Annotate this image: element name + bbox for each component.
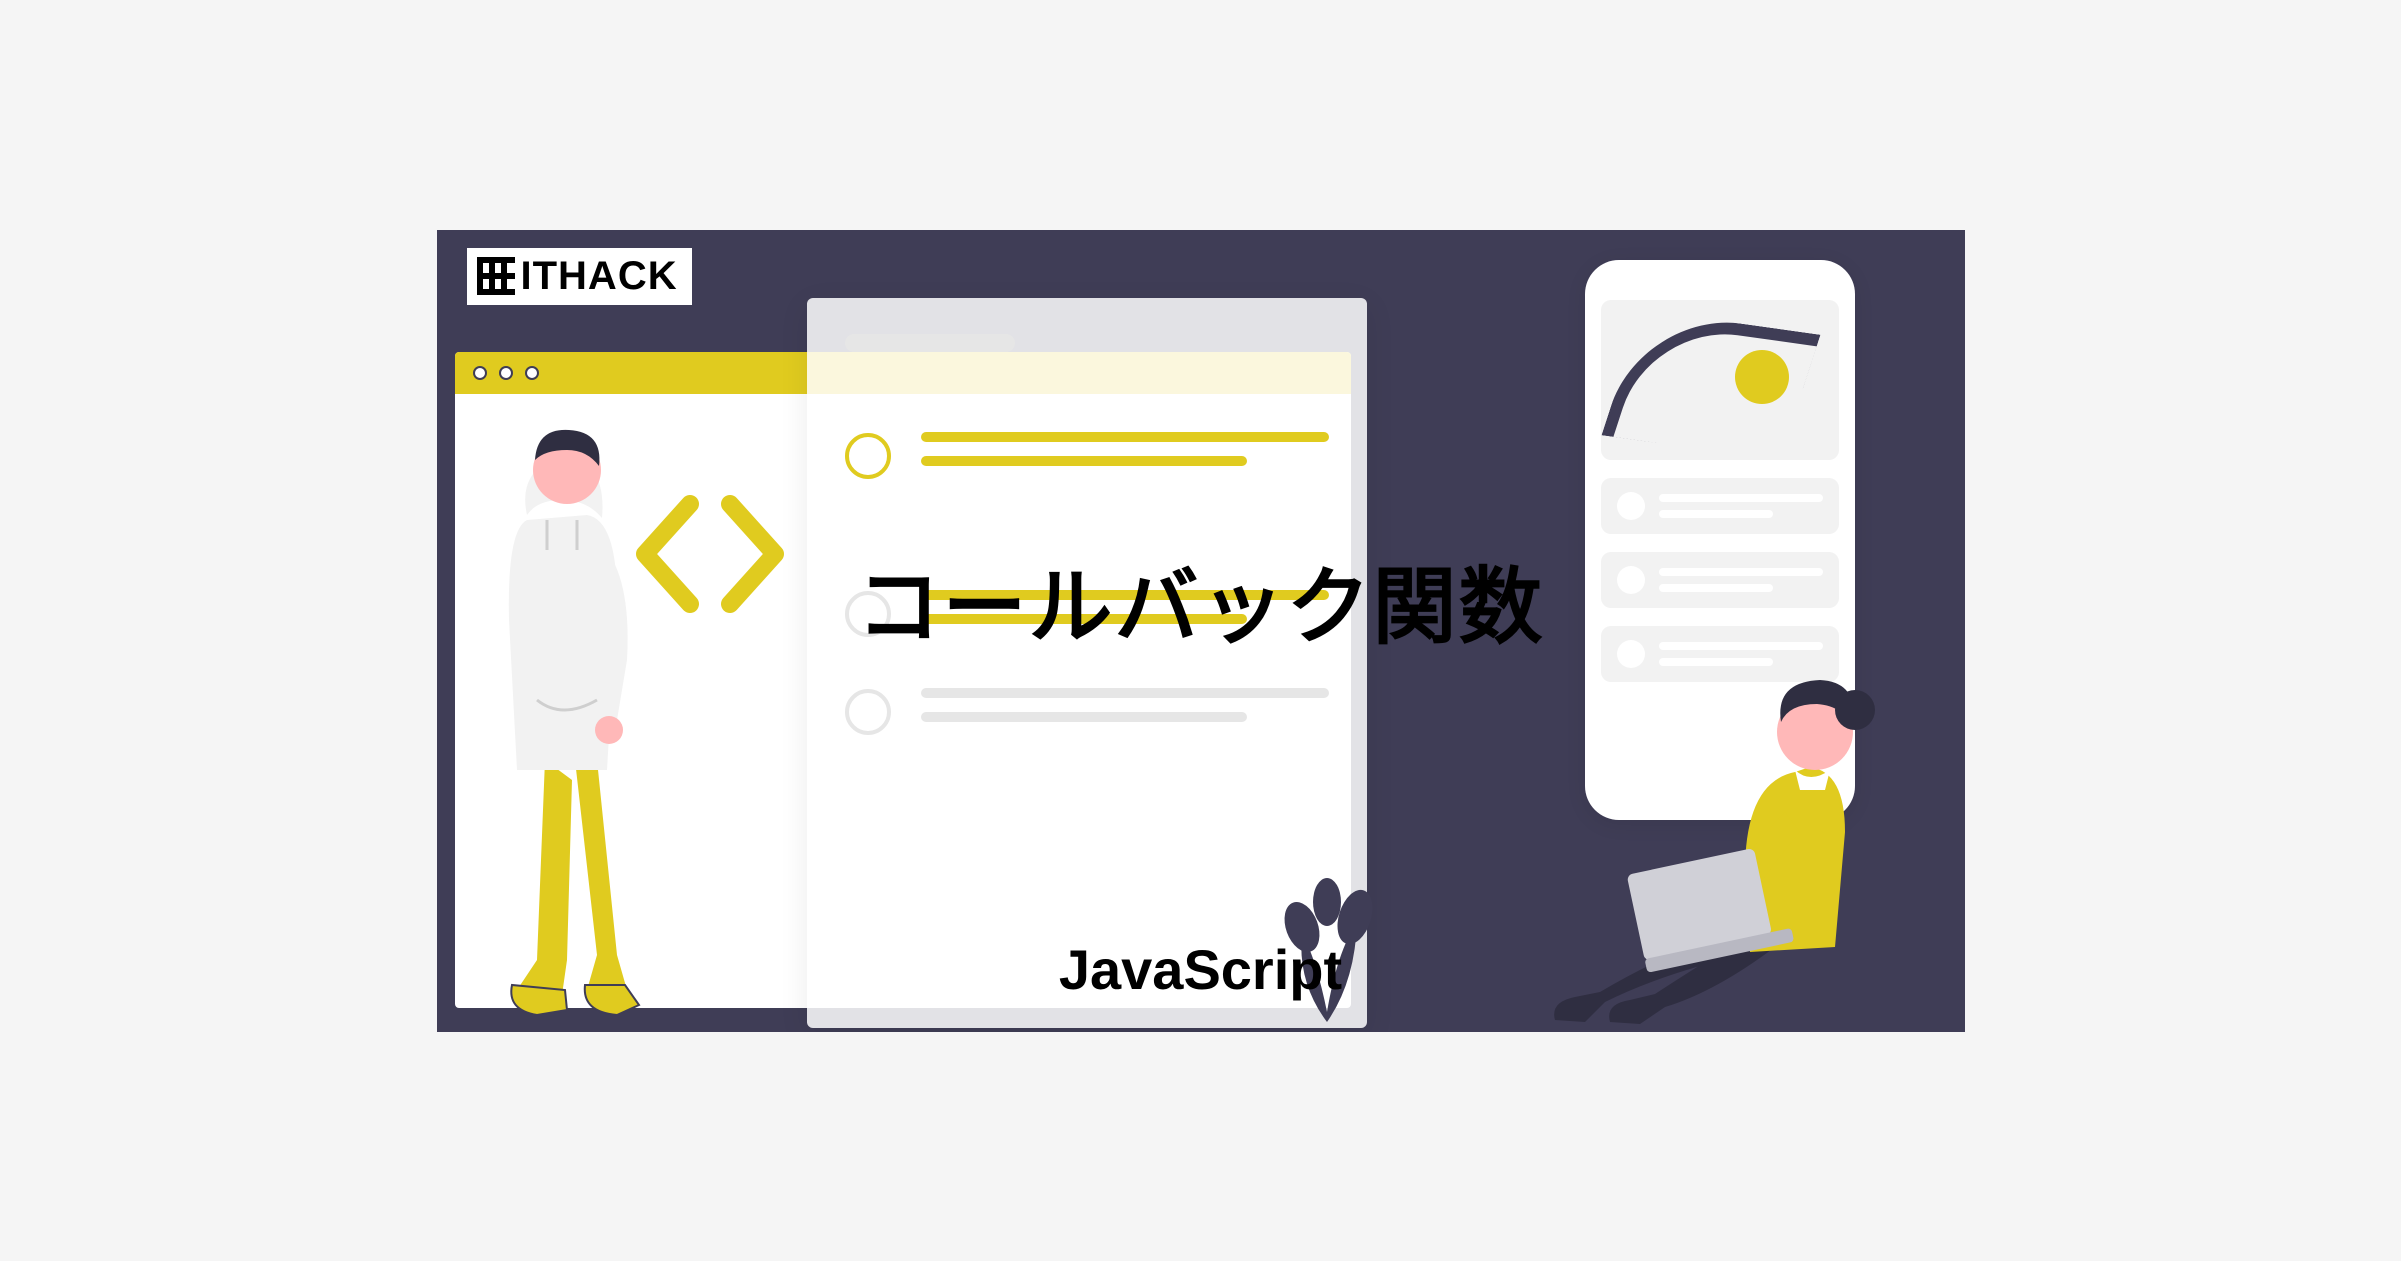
text-placeholder	[1659, 510, 1774, 518]
phone-list-item	[1601, 478, 1839, 534]
text-placeholder	[921, 712, 1247, 722]
text-placeholder	[1659, 494, 1823, 502]
window-dot-icon	[473, 366, 487, 380]
person-standing-illustration	[467, 400, 667, 1030]
phone-list-item	[1601, 552, 1839, 608]
phone-notch	[1670, 260, 1770, 280]
phone-image-placeholder	[1601, 300, 1839, 460]
hero-banner: ITHACK	[437, 230, 1965, 1032]
list-item	[845, 432, 1329, 480]
text-placeholder	[921, 688, 1329, 698]
logo-text: ITHACK	[521, 254, 678, 299]
bullet-icon	[845, 689, 891, 735]
text-placeholder	[1659, 642, 1823, 650]
window-dot-icon	[525, 366, 539, 380]
brand-logo: ITHACK	[467, 248, 692, 305]
page-subtitle: JavaScript	[1059, 937, 1342, 1002]
bullet-icon	[845, 433, 891, 479]
avatar-placeholder	[1617, 566, 1645, 594]
text-placeholder	[921, 456, 1247, 466]
page-title: コールバック関数	[856, 540, 1544, 661]
mountain-icon	[1601, 309, 1820, 459]
text-placeholder	[1659, 584, 1774, 592]
logo-mark-icon	[477, 257, 515, 295]
card-tab-placeholder	[845, 334, 1015, 352]
avatar-placeholder	[1617, 492, 1645, 520]
list-item	[845, 688, 1329, 736]
person-sitting-illustration	[1545, 652, 1945, 1032]
text-placeholder	[921, 432, 1329, 442]
text-placeholder	[1659, 568, 1823, 576]
window-dot-icon	[499, 366, 513, 380]
